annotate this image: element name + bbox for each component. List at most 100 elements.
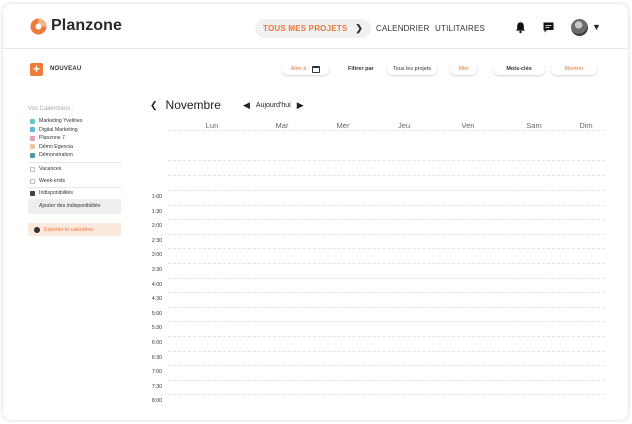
time-slot[interactable] [168,233,605,235]
previous-week-icon[interactable]: ◀ [243,100,250,111]
calendars-title: Vos Calendriers : [28,106,74,112]
time-slot[interactable] [168,394,605,396]
nav-all-projects[interactable]: TOUS MES PROJETS ❯ [255,19,372,38]
weekday-label: Dim [579,121,593,130]
calendar-item-label: Démo Egencia [39,143,74,150]
calendar-color-swatch [30,152,35,158]
user-avatar[interactable] [571,19,588,36]
planzone-logo[interactable]: Planzone [30,17,122,35]
calendar-color-swatch [30,135,35,141]
time-slot[interactable] [168,292,605,294]
add-unavailabilities-button[interactable]: Ajouter des indisponibilités [28,199,121,214]
nav-calendar[interactable]: CALENDRIER [376,24,430,33]
time-slot[interactable] [168,248,605,250]
weekday-label: Mar [275,121,289,130]
weekends-toggle[interactable]: Week-ends [30,178,65,184]
today-button[interactable]: Aujourd'hui [256,102,291,109]
calendar-item-label: Marketing Yvelines [39,118,83,125]
weekday-label: Ven [461,121,475,130]
goto-label: Aller à [290,66,307,72]
weekday-label: Mer [336,121,350,130]
calendar-item-label: Démonstration [39,152,73,159]
new-button[interactable]: + [30,63,43,76]
time-slot[interactable] [168,175,605,176]
hour-label: 6:30 [151,354,162,361]
calendar-item[interactable]: Démo Egencia [30,143,82,152]
hour-label: 1:30 [151,208,162,215]
export-label: Exporter le calendrier [44,226,94,233]
hour-label: 3:00 [151,252,162,259]
calendar-item[interactable]: Démonstration [30,151,82,160]
hour-label: 8:00 [151,398,162,405]
planzone-logo-icon [30,18,47,35]
next-week-icon[interactable]: ▶ [297,100,304,111]
export-calendar-button[interactable]: Exporter le calendrier [28,223,121,236]
vacations-toggle[interactable]: Vacances [30,166,61,172]
project-filter-value: Tous les projets [392,66,432,72]
calendar-color-swatch [30,118,35,124]
calendar-color-swatch [30,144,35,150]
weekday-label: Lun [205,121,219,130]
time-slot[interactable] [168,204,605,206]
checkbox-icon [30,178,35,184]
vacations-label: Vacances [39,166,62,172]
time-slot[interactable] [168,219,605,221]
brand-name: Planzone [51,17,123,34]
divider [28,187,121,188]
hour-label: 7:30 [151,383,162,390]
unavailabilities-label: Indisponibilités [39,190,74,196]
hour-label: 6:00 [151,340,162,346]
time-slot[interactable] [168,190,605,191]
hour-label: 2:30 [151,237,162,244]
time-slot[interactable] [168,379,605,381]
time-slot[interactable] [168,306,605,308]
mini-toggle[interactable]: Mini [450,63,477,75]
time-slot[interactable] [168,321,605,323]
divider [28,162,121,163]
filter-label: Filtrer par [348,66,374,72]
hour-label: 2:00 [151,223,162,230]
hour-label: 3:30 [151,267,162,273]
time-slot[interactable] [168,130,605,131]
time-slot[interactable] [168,365,605,367]
time-slot[interactable] [168,336,605,337]
app-window: Planzone TOUS MES PROJETS ❯ CALENDRIER U… [3,4,628,420]
goto-button[interactable]: Aller à [282,63,329,75]
calendar-list: Marketing Yvelines Digital Marketing Planz… [30,117,82,160]
hour-label: 4:00 [151,281,162,288]
time-slot[interactable] [168,263,605,264]
nav-utilities[interactable]: UTILITAIRES [435,24,485,33]
time-slot[interactable] [168,160,605,161]
time-slot[interactable] [168,277,605,279]
show-label: Montrer [564,66,584,72]
chat-icon[interactable] [542,21,555,34]
unavailabilities-toggle[interactable]: Indisponibilités [30,190,73,196]
chevron-down-icon[interactable]: ▼ [592,22,601,32]
weekday-label: Sam [526,121,542,130]
month-nav: ❮ Novembre [150,98,221,112]
hour-label: 4:30 [151,296,162,303]
hour-label: 1:00 [151,194,162,200]
chevron-down-icon: ❯ [355,23,364,33]
previous-month-button[interactable]: ❮ [150,100,158,111]
calendar-item-label: Planzone 7 [39,135,65,142]
month-title: Novembre [165,98,221,112]
calendar-item[interactable]: Marketing Yvelines [30,117,82,126]
keywords-filter[interactable]: Mots-clés [493,63,545,75]
calendar-color-swatch [30,127,35,133]
nav-all-projects-label: TOUS MES PROJETS [263,24,348,33]
mini-label: Mini [458,66,469,72]
calendar-item[interactable]: Planzone 7 [30,134,82,143]
calendar-item[interactable]: Digital Marketing [30,126,82,135]
time-slot[interactable] [168,350,605,352]
export-icon [34,226,40,233]
weekends-label: Week-ends [39,178,66,184]
weekday-label: Jeu [397,121,411,130]
hour-label: 5:00 [151,310,162,317]
project-filter-select[interactable]: Tous les projets [387,63,437,75]
top-header: Planzone TOUS MES PROJETS ❯ CALENDRIER U… [3,4,628,49]
calendar-item-label: Digital Marketing [39,126,78,133]
new-button-label[interactable]: NOUVEAU [50,66,81,72]
show-button[interactable]: Montrer [551,63,597,75]
bell-icon[interactable] [514,21,527,34]
